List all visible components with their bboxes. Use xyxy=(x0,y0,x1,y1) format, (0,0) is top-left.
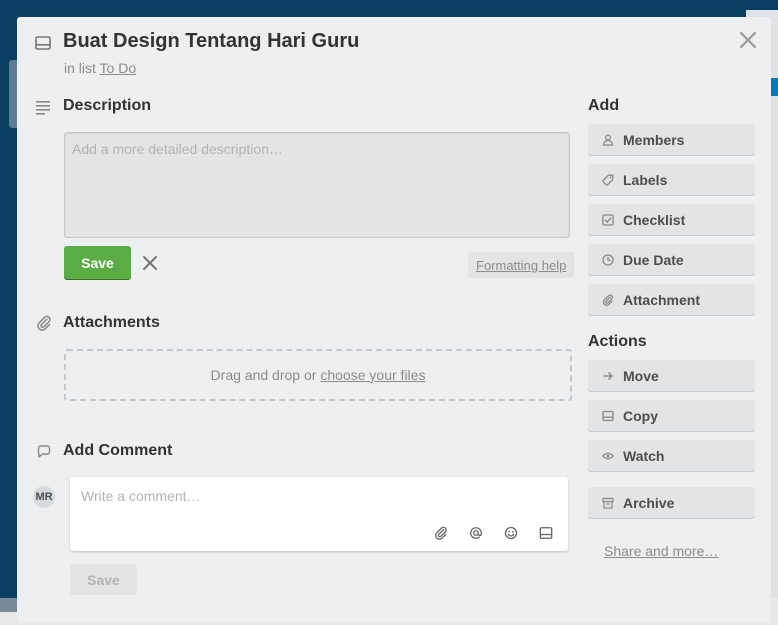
copy-button[interactable]: Copy xyxy=(588,400,755,431)
watch-button[interactable]: Watch xyxy=(588,440,755,471)
archive-button[interactable]: Archive xyxy=(588,487,755,518)
comment-save-button[interactable]: Save xyxy=(70,564,137,595)
checklist-label: Checklist xyxy=(623,211,686,228)
comment-input[interactable]: Write a comment… xyxy=(70,477,568,551)
members-label: Members xyxy=(623,131,685,148)
emoji-icon[interactable] xyxy=(504,526,518,540)
checkbox-icon xyxy=(602,213,614,226)
card-detail-modal: Buat Design Tentang Hari Guru in list To… xyxy=(17,17,771,623)
choose-files-link[interactable]: choose your files xyxy=(320,367,425,383)
person-icon xyxy=(602,134,614,146)
card-list-info: in list To Do xyxy=(64,60,136,76)
attachments-title: Attachments xyxy=(63,314,160,331)
mention-icon[interactable] xyxy=(469,526,483,540)
paperclip-icon xyxy=(602,293,613,306)
board-list-edge xyxy=(9,60,17,128)
card-title[interactable]: Buat Design Tentang Hari Guru xyxy=(63,30,359,53)
share-and-more-link[interactable]: Share and more… xyxy=(604,543,718,559)
checklist-button[interactable]: Checklist xyxy=(588,204,755,235)
arrow-right-icon xyxy=(603,371,613,380)
archive-label: Archive xyxy=(623,494,675,511)
close-icon[interactable] xyxy=(737,29,759,51)
due-date-button[interactable]: Due Date xyxy=(588,244,755,275)
card-link-icon[interactable] xyxy=(539,526,553,540)
comment-placeholder: Write a comment… xyxy=(81,488,201,504)
archive-icon xyxy=(602,497,614,509)
eye-icon xyxy=(602,452,614,459)
actions-heading: Actions xyxy=(588,333,647,350)
comment-icon xyxy=(37,445,51,458)
card-icon xyxy=(35,36,51,50)
list-link[interactable]: To Do xyxy=(100,60,137,76)
description-input[interactable]: Add a more detailed description… xyxy=(64,132,570,238)
labels-label: Labels xyxy=(623,171,668,188)
board-bottom-edge xyxy=(0,598,18,612)
tag-icon xyxy=(602,174,614,186)
attachment-label: Attachment xyxy=(623,291,701,308)
copy-label: Copy xyxy=(623,407,658,424)
labels-button[interactable]: Labels xyxy=(588,164,755,195)
add-heading: Add xyxy=(588,97,620,114)
avatar[interactable]: MR xyxy=(33,486,55,508)
attachment-button[interactable]: Attachment xyxy=(588,284,755,315)
add-comment-title: Add Comment xyxy=(63,442,173,459)
attach-paperclip-icon[interactable] xyxy=(434,526,448,540)
description-title: Description xyxy=(63,97,152,114)
description-icon xyxy=(36,101,50,115)
board-blue-accent xyxy=(770,78,778,96)
in-list-prefix: in list xyxy=(64,60,96,76)
members-button[interactable]: Members xyxy=(588,124,755,155)
description-save-button[interactable]: Save xyxy=(64,246,131,279)
paperclip-icon xyxy=(37,315,51,331)
card-icon xyxy=(602,410,614,421)
cancel-edit-icon[interactable] xyxy=(141,254,159,272)
move-label: Move xyxy=(623,367,659,384)
move-button[interactable]: Move xyxy=(588,360,755,391)
drop-text: Drag and drop or xyxy=(210,367,317,383)
due-date-label: Due Date xyxy=(623,251,684,268)
clock-icon xyxy=(602,253,614,266)
formatting-help-link[interactable]: Formatting help xyxy=(468,252,575,278)
watch-label: Watch xyxy=(623,447,665,464)
attachment-drop-zone[interactable]: Drag and drop or choose your files xyxy=(64,349,572,401)
